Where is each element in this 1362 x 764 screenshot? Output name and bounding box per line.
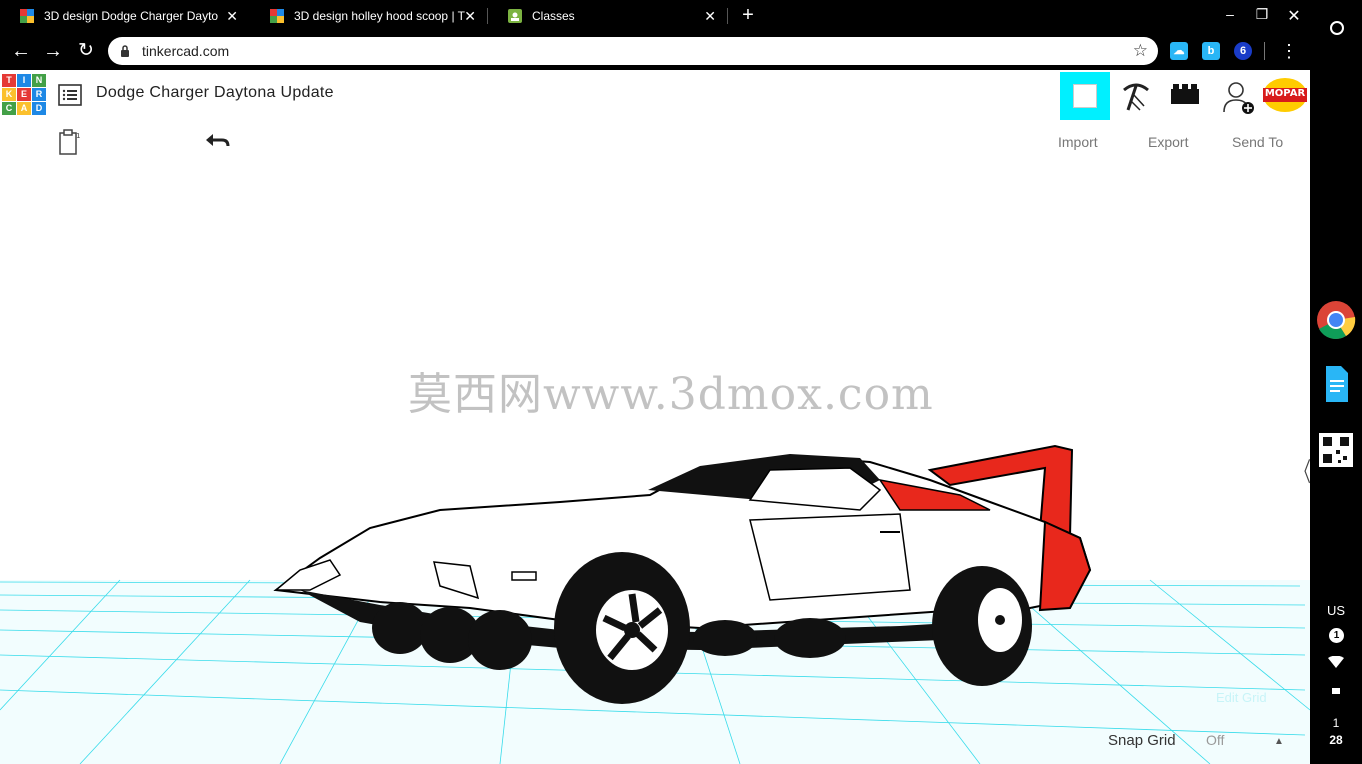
svg-text:1: 1 [76,132,80,140]
clock-hour[interactable]: 1 [1310,716,1362,730]
tab-holley-hood-scoop[interactable]: 3D design holley hood scoop | T ✕ [250,0,486,32]
extension-b-icon[interactable]: b [1202,42,1220,60]
new-tab-button[interactable]: + [738,4,758,27]
design-list-icon[interactable] [58,84,82,106]
reload-icon[interactable]: ↻ [73,38,99,64]
toolbar-divider [1264,42,1265,60]
logo-letter: D [32,102,46,115]
browser-toolbar: ← → ↻ tinkercad.com ☆ ☁ b 6 ⋮ [0,32,1310,70]
close-window-icon[interactable]: ✕ [1284,6,1304,26]
tinkercad-logo[interactable]: T I N K E R C A D [2,74,46,116]
send-to-label[interactable]: Send To [1232,134,1283,150]
tinkercad-favicon-icon [270,9,284,23]
import-square-icon [1073,84,1097,108]
tinkercad-editor: T I N K E R C A D Dodge Charger Daytona … [0,70,1310,764]
design-title[interactable]: Dodge Charger Daytona Update [96,84,334,102]
tab-close-icon[interactable]: ✕ [464,8,476,24]
user-avatar[interactable]: MOPAR [1262,76,1308,114]
extension-cloud-icon[interactable]: ☁ [1170,42,1188,60]
lock-icon [121,45,129,57]
import-button[interactable] [1060,72,1110,120]
tab-close-icon[interactable]: ✕ [704,8,716,24]
os-shelf: US 1 1 28 [1310,0,1362,764]
export-label[interactable]: Export [1148,134,1188,150]
screen: 3D design Dodge Charger Dayto ✕ 3D desig… [0,0,1362,764]
tab-title: 3D design Dodge Charger Dayto [44,9,219,23]
logo-letter: R [32,88,46,101]
logo-letter: K [2,88,16,101]
forward-arrow-icon[interactable]: → [40,38,66,64]
tinkercad-favicon-icon [20,9,34,23]
lego-brick-icon[interactable] [1170,82,1200,108]
url-text: tinkercad.com [142,43,230,59]
tab-close-icon[interactable]: ✕ [226,8,238,24]
logo-letter: A [17,102,31,115]
clock-minute[interactable]: 28 [1310,733,1362,747]
notification-badge[interactable]: 1 [1329,628,1344,643]
tab-title: Classes [532,9,575,23]
snap-grid-label: Snap Grid [1108,732,1176,749]
edit-grid-button[interactable]: Edit Grid [1216,690,1267,705]
back-arrow-icon[interactable]: ← [8,38,34,64]
address-bar[interactable]: tinkercad.com ☆ [108,37,1158,65]
wifi-icon[interactable] [1328,656,1344,668]
docs-app-icon[interactable] [1316,364,1356,404]
watermark-text: 莫西网www.3dmox.com [408,369,934,420]
panel-collapse-chevron-icon[interactable]: 〈 [1295,452,1310,489]
pickaxe-icon[interactable] [1120,80,1152,112]
qr-code-app-icon[interactable] [1316,430,1356,470]
snap-grid-select[interactable]: Off [1206,732,1224,748]
keyboard-layout[interactable]: US [1310,603,1362,618]
workplane-viewport[interactable]: 莫西网www.3dmox.com 〈 Edit Grid Snap Grid O… [0,150,1310,764]
logo-letter: T [2,74,16,87]
battery-icon[interactable] [1332,688,1340,694]
undo-icon[interactable] [204,132,230,150]
bookmark-star-icon[interactable]: ☆ [1133,41,1148,61]
logo-letter: C [2,102,16,115]
tab-classes[interactable]: Classes ✕ [488,0,726,32]
logo-letter: I [17,74,31,87]
chrome-app-icon[interactable] [1316,300,1356,340]
avatar-text: MOPAR [1264,88,1306,99]
launcher-circle-icon[interactable] [1330,21,1344,35]
import-label[interactable]: Import [1058,134,1098,150]
add-user-icon[interactable] [1222,80,1256,116]
tab-separator [727,8,728,24]
browser-tab-strip: 3D design Dodge Charger Dayto ✕ 3D desig… [0,0,1310,32]
logo-letter: E [17,88,31,101]
minimize-icon[interactable]: – [1220,6,1240,22]
extension-6-icon[interactable]: 6 [1234,42,1252,60]
browser-menu-icon[interactable]: ⋮ [1276,38,1302,64]
logo-letter: N [32,74,46,87]
tab-dodge-charger[interactable]: 3D design Dodge Charger Dayto ✕ [0,0,248,32]
tab-title: 3D design holley hood scoop | T [294,9,466,23]
workplane-scene[interactable] [0,150,1310,764]
snap-grid-dropdown-icon[interactable]: ▲ [1274,736,1284,747]
restore-icon[interactable]: ❐ [1252,6,1272,23]
classroom-favicon-icon [508,9,522,23]
